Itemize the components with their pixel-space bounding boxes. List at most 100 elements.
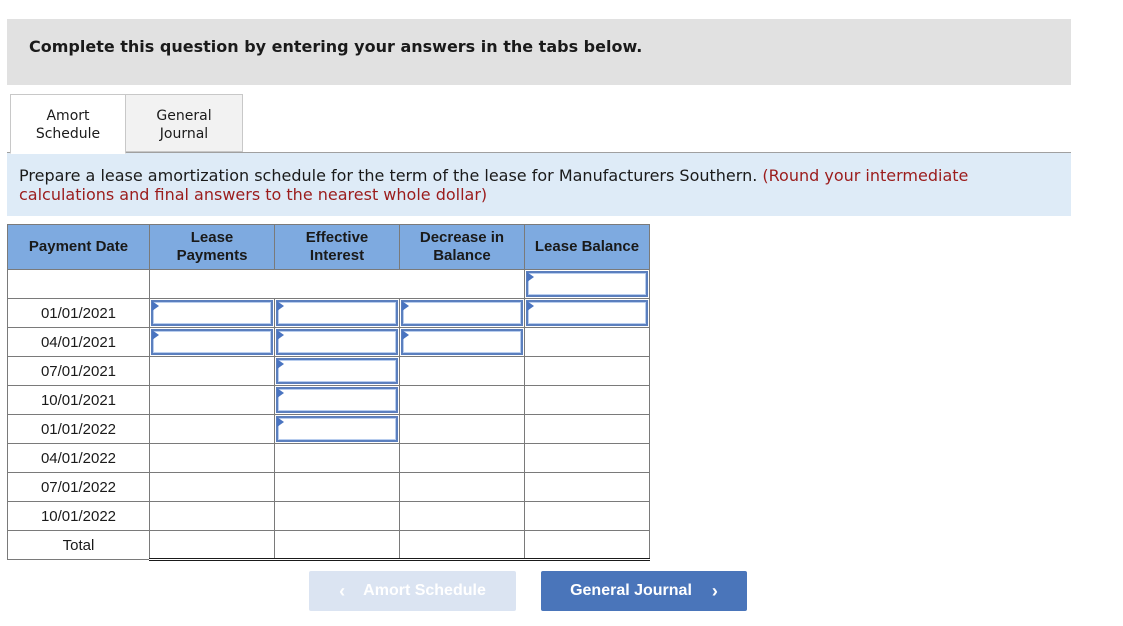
question-prompt: Prepare a lease amortization schedule fo… (7, 153, 1071, 216)
decrease-in-balance-input[interactable] (403, 331, 521, 353)
table-row: 04/01/2021 (7, 327, 650, 357)
effective-interest-cell (274, 414, 400, 444)
date-cell: 04/01/2021 (7, 327, 150, 357)
empty-cell (149, 501, 275, 531)
header-text: Interest (309, 247, 365, 264)
total-lease-payments-cell (149, 530, 275, 561)
effective-interest-input[interactable] (278, 302, 396, 324)
header-row: Payment Date Lease Payments Effective In… (7, 224, 650, 270)
total-row: Total (7, 530, 650, 561)
empty-cell (399, 385, 525, 415)
date-cell (7, 269, 150, 299)
tab-general-journal[interactable]: General Journal (125, 94, 243, 152)
input-wrap (276, 416, 398, 442)
empty-cell (149, 472, 275, 502)
decrease-in-balance-cell (399, 327, 525, 357)
effective-interest-input[interactable] (278, 389, 396, 411)
tab-label-line2: Journal (159, 126, 209, 142)
input-wrap (151, 329, 273, 355)
date-cell: 07/01/2022 (7, 472, 150, 502)
chevron-left-icon: ‹ (339, 580, 346, 601)
total-lease-balance-cell (524, 530, 650, 561)
tab-label-line1: Amort (46, 108, 90, 124)
empty-cell (149, 356, 275, 386)
table-row: 10/01/2022 (7, 501, 650, 531)
effective-interest-cell (274, 298, 400, 328)
lease-balance-input[interactable] (528, 273, 646, 295)
table-row: 04/01/2022 (7, 443, 650, 473)
tab-amort-schedule[interactable]: Amort Schedule (10, 94, 126, 154)
empty-cell (399, 472, 525, 502)
effective-interest-input[interactable] (278, 331, 396, 353)
header-payment-date: Payment Date (7, 224, 150, 270)
header-effective-interest: Effective Interest (274, 224, 400, 270)
empty-cell (524, 356, 650, 386)
header-decrease-in-balance: Decrease in Balance (399, 224, 525, 270)
decrease-in-balance-input[interactable] (403, 302, 521, 324)
total-decrease-in-balance-cell (399, 530, 525, 561)
chevron-right-icon: › (711, 580, 718, 601)
header-text: Effective (305, 229, 369, 246)
date-cell: 10/01/2021 (7, 385, 150, 415)
prev-button-label: Amort Schedule (363, 582, 486, 599)
header-text: Balance (433, 247, 491, 264)
empty-cell (274, 443, 400, 473)
lease-balance-cell (524, 298, 650, 328)
lease-payments-input[interactable] (153, 331, 271, 353)
date-cell: 07/01/2021 (7, 356, 150, 386)
empty-cell (399, 414, 525, 444)
input-wrap (276, 387, 398, 413)
empty-cell (149, 385, 275, 415)
lease-payments-cell (149, 298, 275, 328)
empty-cell (149, 443, 275, 473)
next-tab-button[interactable]: General Journal › (541, 571, 747, 611)
amortization-table: Payment Date Lease Payments Effective In… (7, 224, 650, 561)
total-label: Total (7, 530, 150, 560)
total-effective-interest-cell (274, 530, 400, 561)
lease-payments-input[interactable] (153, 302, 271, 324)
input-wrap (151, 300, 273, 326)
table-row (7, 269, 650, 299)
header-text: Lease (190, 229, 234, 246)
table-row: 10/01/2021 (7, 385, 650, 415)
lease-payments-cell (149, 327, 275, 357)
header-lease-balance: Lease Balance (524, 224, 650, 270)
lease-balance-input-wrap (526, 271, 648, 297)
effective-interest-cell (274, 385, 400, 415)
header-lease-payments: Lease Payments (149, 224, 275, 270)
input-wrap (276, 358, 398, 384)
input-wrap (276, 300, 398, 326)
header-text: Payments (176, 247, 248, 264)
header-text: Decrease in (419, 229, 505, 246)
lease-balance-cell (524, 269, 650, 299)
date-cell: 01/01/2022 (7, 414, 150, 444)
input-wrap (401, 329, 523, 355)
tab-label-line1: General (156, 108, 212, 124)
input-wrap (526, 300, 648, 326)
empty-cell (524, 327, 650, 357)
lease-balance-input[interactable] (528, 302, 646, 324)
date-cell: 10/01/2022 (7, 501, 150, 531)
effective-interest-input[interactable] (278, 360, 396, 382)
empty-cell (524, 501, 650, 531)
effective-interest-input[interactable] (278, 418, 396, 440)
effective-interest-cell (274, 327, 400, 357)
table-row: 07/01/2022 (7, 472, 650, 502)
next-button-label: General Journal (570, 582, 692, 599)
empty-cell (524, 443, 650, 473)
table-row: 01/01/2021 (7, 298, 650, 328)
empty-cell (524, 414, 650, 444)
effective-interest-cell (274, 356, 400, 386)
empty-cell (149, 414, 275, 444)
prompt-text: Prepare a lease amortization schedule fo… (19, 166, 758, 185)
table-row: 01/01/2022 (7, 414, 650, 444)
prev-tab-button[interactable]: ‹ Amort Schedule (309, 571, 516, 611)
empty-cell (274, 472, 400, 502)
input-wrap (276, 329, 398, 355)
empty-cell (524, 472, 650, 502)
tab-label-line2: Schedule (35, 126, 101, 142)
empty-cell (149, 269, 525, 299)
table-row: 07/01/2021 (7, 356, 650, 386)
empty-cell (399, 443, 525, 473)
empty-cell (399, 356, 525, 386)
